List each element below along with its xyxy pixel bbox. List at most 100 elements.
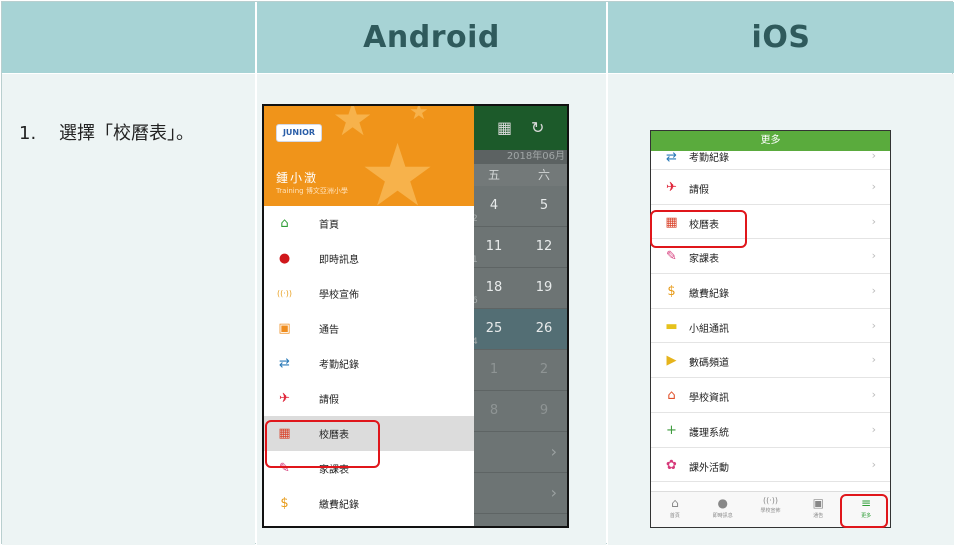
broadcast-icon: ((·)) [762, 496, 778, 505]
leave-icon: ✈ [666, 180, 677, 195]
highlight-ring [650, 210, 747, 248]
calendar-toolbar: ▦ ↻ [469, 106, 567, 150]
tab-label: 學校宣佈 [760, 508, 781, 514]
menu-item-label: 考勤紀錄 [689, 153, 729, 164]
list-row[interactable]: › [469, 473, 567, 514]
calendar-week-current[interactable]: 25 26 4 [469, 309, 567, 350]
drawer-item-label: 學校宣佈 [319, 290, 359, 301]
menu-item[interactable]: $ 繳費紀錄 › [651, 274, 890, 309]
tab-item[interactable]: ▣ 通告 [794, 492, 842, 527]
star-decoration-icon: ★ [359, 126, 437, 206]
drawer-item[interactable]: ⌂ 首頁 [264, 206, 474, 241]
nav-title: 更多 [651, 131, 890, 151]
chevron-right-icon: › [871, 249, 876, 263]
calendar-week[interactable]: 1 2 [469, 350, 567, 391]
calendar-day[interactable]: 5 [519, 186, 567, 226]
header-android-label: Android [363, 20, 500, 55]
tab-label: 首頁 [669, 513, 680, 519]
menu-item-label: 數碼頻道 [689, 358, 729, 370]
nursing-icon: + [666, 422, 677, 438]
drawer-item-label: 繳費紀錄 [319, 500, 359, 511]
menu-item-label: 小組通訊 [689, 323, 729, 335]
weekday-label: 五 [487, 168, 500, 182]
drawer-item[interactable]: ⇄ 考勤紀錄 [264, 346, 474, 381]
menu-item[interactable]: ✈ 請假 › [651, 170, 890, 205]
menu-item[interactable]: ▬ 小組通訊 › [651, 309, 890, 344]
menu-item-label: 家課表 [689, 254, 719, 266]
drawer-item[interactable]: ((·)) 學校宣佈 [264, 276, 474, 311]
header-cell-empty [2, 2, 255, 73]
tab-item[interactable]: ⌂ 首頁 [651, 492, 699, 527]
calendar-day[interactable]: 8 [469, 391, 519, 431]
activity-icon: ✿ [666, 457, 677, 473]
menu-item[interactable]: ⇄ 考勤紀錄 › [651, 149, 890, 170]
calendar-day[interactable]: 2 [519, 350, 567, 390]
drawer-item[interactable]: ✈ 請假 [264, 381, 474, 416]
step-text: 選擇「校曆表」。 [59, 123, 194, 144]
menu-item-label: 課外活動 [689, 462, 729, 474]
drawer-item-label: 考勤紀錄 [319, 360, 359, 371]
digital-channel-icon: ▶ [666, 353, 677, 369]
tab-label: 即時訊息 [712, 513, 733, 519]
calendar-day[interactable]: 26 [519, 309, 567, 349]
chevron-right-icon: › [871, 353, 876, 367]
header-cell-ios: iOS [607, 2, 954, 73]
header-cell-android: Android [256, 2, 606, 73]
menu-item[interactable]: ⌂ 學校資訊 › [651, 378, 890, 413]
calendar-day[interactable]: 19 [519, 268, 567, 308]
drawer-menu: ⌂ 首頁 ● 即時訊息 ((·)) 學校宣佈 ▣ 通告 ⇄ 考勤紀錄 ✈ 請假 ▦ 校曆表 ✎ 家課表 $ 繳費紀… [264, 206, 474, 521]
menu-item-label: 請假 [689, 185, 709, 196]
drawer-item[interactable]: $ 繳費紀錄 [264, 486, 474, 521]
calendar-week[interactable]: 18 19 6 [469, 268, 567, 309]
menu-item-label: 繳費紀錄 [689, 289, 729, 301]
payment-icon: $ [280, 496, 289, 511]
tab-item[interactable]: ((·)) 學校宣佈 [747, 492, 795, 527]
message-icon: ● [278, 251, 291, 266]
broadcast-icon: ((·)) [276, 289, 293, 298]
chevron-right-icon: › [550, 483, 557, 502]
star-decoration-icon: ★ [409, 106, 429, 125]
attendance-icon: ⇄ [279, 356, 290, 371]
attendance-icon: ⇄ [666, 150, 677, 165]
notice-icon: ▣ [812, 496, 824, 510]
calendar-icon[interactable]: ▦ [497, 118, 512, 137]
ios-screenshot: 更多 ⇄ 考勤紀錄 › ✈ 請假 › ▦ 校曆表 › ✎ 家課表 › $ 繳費紀錄 › ▬ 小組通訊 › ▶ 數碼頻道… [650, 130, 891, 528]
chevron-right-icon: › [871, 180, 876, 193]
calendar-day[interactable]: 1 [469, 350, 519, 390]
more-menu: ⇄ 考勤紀錄 › ✈ 請假 › ▦ 校曆表 › ✎ 家課表 › $ 繳費紀錄 › ▬ 小組通訊 › ▶ 數碼頻道 › ⌂ 學… [651, 149, 890, 483]
drawer-header: ★ ★ ★ JUNIOR 鍾小澂 Training 博文亞洲小學 [264, 106, 474, 206]
drawer-item-label: 請假 [319, 395, 339, 406]
calendar-weekday-header: 五 六 [469, 164, 567, 186]
drawer-item[interactable]: ▣ 通告 [264, 311, 474, 346]
weekday-label: 六 [537, 168, 550, 182]
app-logo: JUNIOR [276, 124, 322, 142]
menu-item[interactable]: + 護理系統 › [651, 413, 890, 448]
homework-icon: ✎ [666, 249, 677, 265]
chevron-right-icon: › [871, 422, 876, 436]
group-icon: ▬ [665, 318, 678, 334]
list-row[interactable]: › [469, 432, 567, 473]
school-info-icon: ⌂ [667, 388, 676, 404]
step-instruction: 1. 選擇「校曆表」。 [19, 119, 194, 145]
tab-item[interactable]: ● 即時訊息 [699, 492, 747, 527]
chevron-right-icon: › [550, 442, 557, 461]
chevron-right-icon: › [871, 214, 876, 228]
message-icon: ● [717, 496, 728, 510]
highlight-ring [265, 420, 380, 468]
calendar-week[interactable]: 4 5 2 [469, 186, 567, 227]
menu-item[interactable]: ✿ 課外活動 › [651, 448, 890, 483]
calendar-week[interactable]: 11 12 1 [469, 227, 567, 268]
user-name: 鍾小澂 [276, 171, 319, 185]
school-name: Training 博文亞洲小學 [276, 187, 348, 195]
menu-item[interactable]: ▶ 數碼頻道 › [651, 343, 890, 379]
calendar-day[interactable]: 9 [519, 391, 567, 431]
calendar-day[interactable]: 12 [519, 227, 567, 267]
refresh-icon[interactable]: ↻ [531, 118, 544, 137]
drawer-item[interactable]: ● 即時訊息 [264, 241, 474, 276]
notice-icon: ▣ [278, 321, 291, 336]
menu-item-label: 學校資訊 [689, 393, 729, 405]
chevron-right-icon: › [871, 149, 876, 162]
payment-icon: $ [667, 284, 676, 300]
leave-icon: ✈ [279, 391, 290, 406]
calendar-week[interactable]: 8 9 [469, 391, 567, 432]
